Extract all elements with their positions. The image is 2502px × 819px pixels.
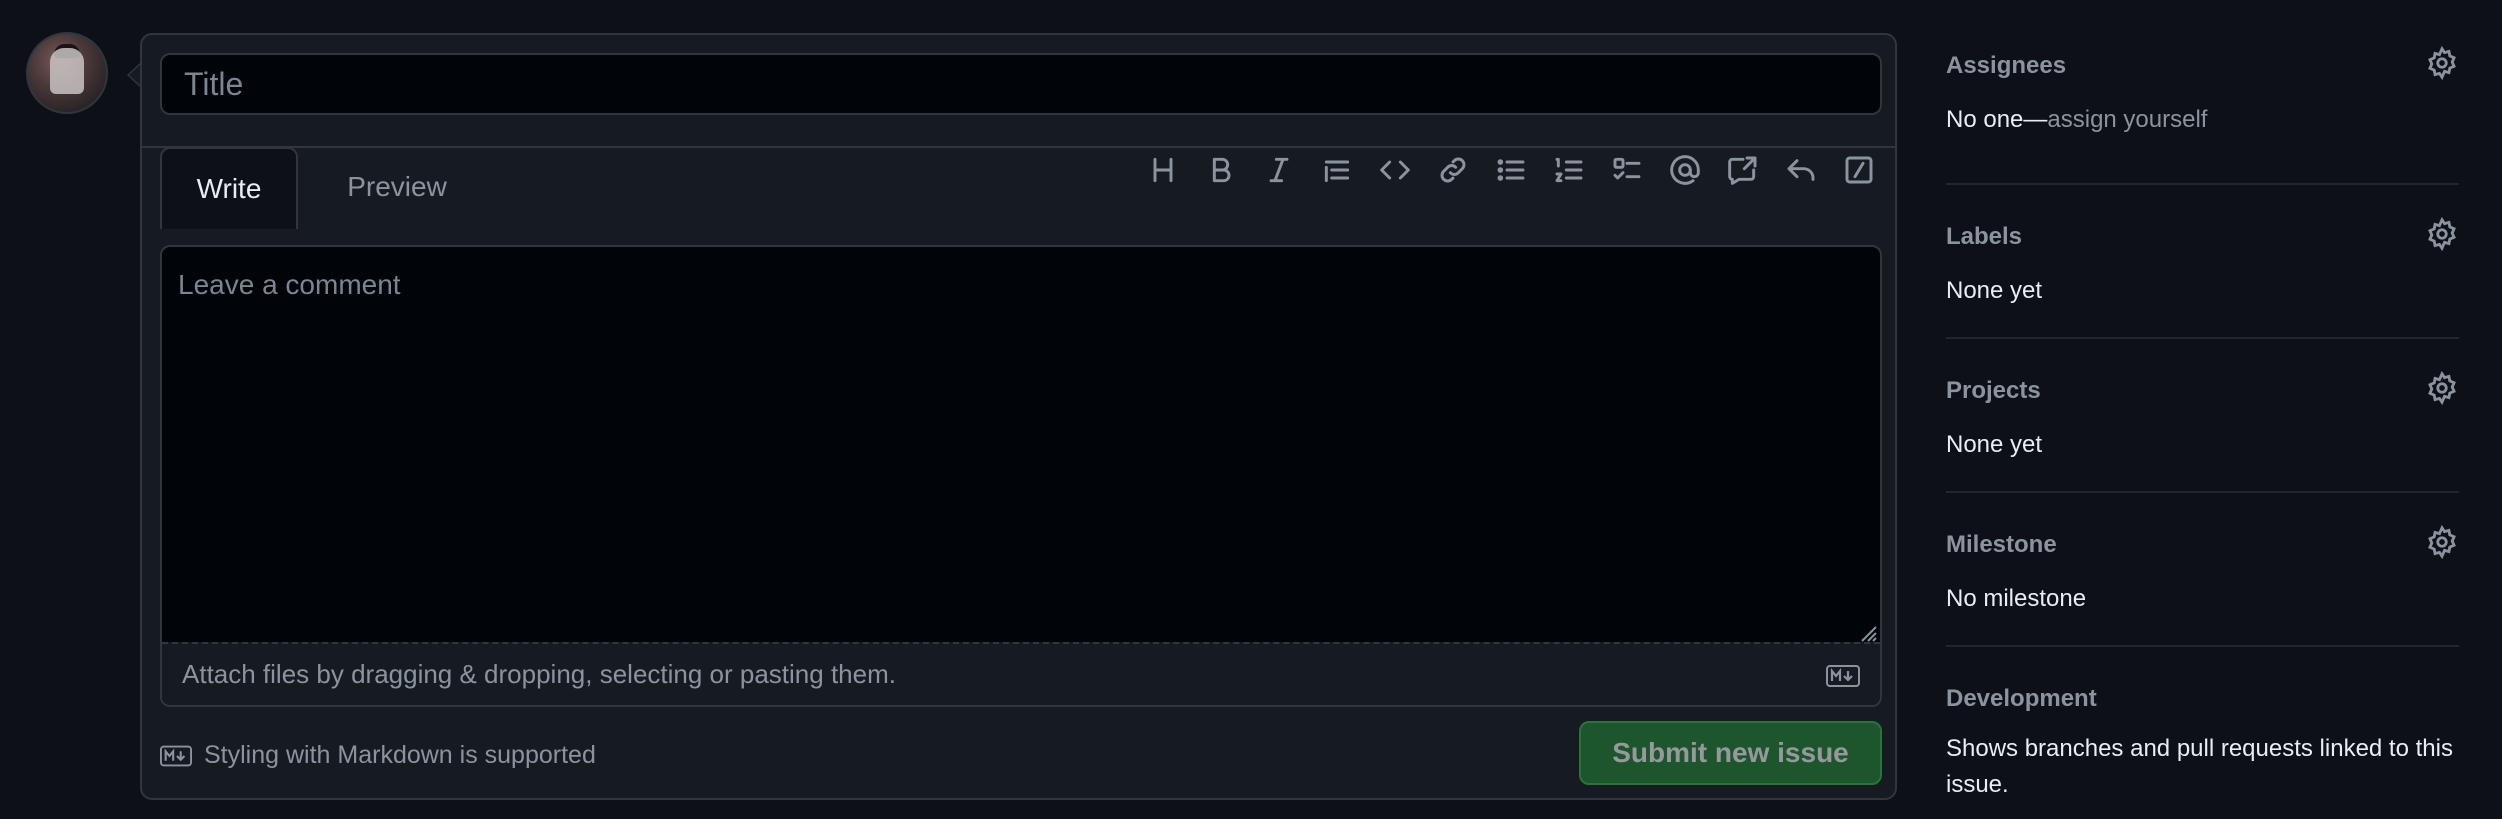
milestone-gear-icon[interactable] xyxy=(2425,524,2459,560)
projects-section: Projects None yet xyxy=(1946,339,2459,493)
assignees-none: No one— xyxy=(1946,106,2048,133)
assignees-heading[interactable]: Assignees xyxy=(1946,52,2459,80)
labels-value: None yet xyxy=(1946,277,2043,304)
projects-gear-icon[interactable] xyxy=(2425,370,2459,406)
numbered-list-icon[interactable] xyxy=(1551,152,1587,188)
code-icon[interactable] xyxy=(1377,152,1413,188)
markdown-icon xyxy=(1826,665,1860,687)
markdown-icon xyxy=(160,745,192,766)
bulleted-list-icon[interactable] xyxy=(1493,152,1529,188)
task-list-icon[interactable] xyxy=(1609,152,1645,188)
labels-gear-icon[interactable] xyxy=(2425,216,2459,252)
projects-value: None yet xyxy=(1946,431,2043,458)
submit-issue-button[interactable]: Submit new issue xyxy=(1579,721,1882,785)
cross-reference-icon[interactable] xyxy=(1725,152,1761,188)
assignees-value: No one—assign yourself xyxy=(1946,102,2459,138)
tab-write[interactable]: Write xyxy=(160,147,298,229)
comment-textarea[interactable] xyxy=(162,247,1880,642)
slash-command-icon[interactable] xyxy=(1841,152,1877,188)
assign-yourself-link[interactable]: assign yourself xyxy=(2047,106,2207,133)
user-avatar[interactable] xyxy=(26,32,108,114)
milestone-section: Milestone No milestone xyxy=(1946,493,2459,647)
markdown-toolbar xyxy=(1145,147,1877,193)
resize-handle-icon[interactable] xyxy=(1854,619,1878,643)
quote-icon[interactable] xyxy=(1319,152,1355,188)
link-icon[interactable] xyxy=(1435,152,1471,188)
bold-icon[interactable] xyxy=(1203,152,1239,188)
attach-files-bar[interactable]: Attach files by dragging & dropping, sel… xyxy=(162,642,1880,705)
labels-heading[interactable]: Labels xyxy=(1946,223,2459,251)
development-value: Shows branches and pull requests linked … xyxy=(1946,735,2453,798)
attach-files-text: Attach files by dragging & dropping, sel… xyxy=(182,659,896,689)
comment-box: Attach files by dragging & dropping, sel… xyxy=(160,245,1882,707)
issue-title-input[interactable] xyxy=(160,53,1882,115)
mention-icon[interactable] xyxy=(1667,152,1703,188)
new-issue-editor: Write Preview Attach files by dragging &… xyxy=(140,33,1897,800)
projects-heading[interactable]: Projects xyxy=(1946,377,2459,405)
saved-reply-icon[interactable] xyxy=(1783,152,1819,188)
markdown-supported-note[interactable]: Styling with Markdown is supported xyxy=(160,741,596,770)
avatar-figure xyxy=(50,48,84,94)
tab-preview[interactable]: Preview xyxy=(322,147,472,227)
assignees-section: Assignees No one—assign yourself xyxy=(1946,45,2459,185)
heading-icon[interactable] xyxy=(1145,152,1181,188)
issue-sidebar: Assignees No one—assign yourself Labels … xyxy=(1946,45,2459,803)
markdown-note-text: Styling with Markdown is supported xyxy=(204,741,596,769)
milestone-value: No milestone xyxy=(1946,585,2087,612)
development-heading: Development xyxy=(1946,685,2097,712)
labels-section: Labels None yet xyxy=(1946,185,2459,339)
milestone-heading[interactable]: Milestone xyxy=(1946,531,2459,559)
assignees-gear-icon[interactable] xyxy=(2425,45,2459,81)
italic-icon[interactable] xyxy=(1261,152,1297,188)
development-section: Development Shows branches and pull requ… xyxy=(1946,647,2459,803)
